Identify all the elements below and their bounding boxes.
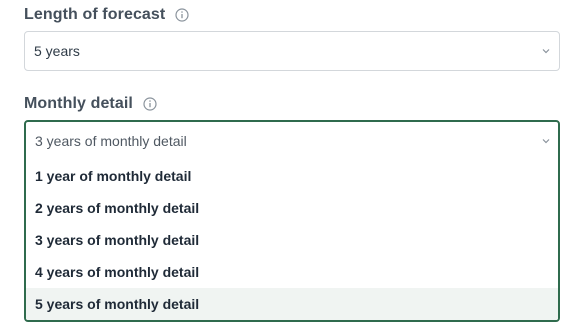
option-2-years[interactable]: 2 years of monthly detail <box>26 192 558 224</box>
forecast-length-value: 5 years <box>34 43 80 59</box>
monthly-detail-value: 3 years of monthly detail <box>35 133 187 149</box>
forecast-label-row: Length of forecast <box>24 6 189 24</box>
forecast-length-select[interactable]: 5 years <box>24 31 560 71</box>
forecast-label: Length of forecast <box>24 6 166 23</box>
chevron-down-icon <box>542 49 550 54</box>
option-5-years[interactable]: 5 years of monthly detail <box>26 288 558 320</box>
monthly-detail-label: Monthly detail <box>24 95 133 112</box>
monthly-detail-select[interactable]: 3 years of monthly detail 1 year of mont… <box>24 120 560 322</box>
info-icon[interactable] <box>175 8 189 22</box>
monthly-detail-options: 1 year of monthly detail 2 years of mont… <box>26 160 558 320</box>
chevron-down-icon[interactable] <box>542 138 550 144</box>
option-4-years[interactable]: 4 years of monthly detail <box>26 256 558 288</box>
monthly-label-row: Monthly detail <box>24 95 157 113</box>
option-3-years[interactable]: 3 years of monthly detail <box>26 224 558 256</box>
option-1-year[interactable]: 1 year of monthly detail <box>26 160 558 192</box>
info-icon[interactable] <box>143 97 157 111</box>
